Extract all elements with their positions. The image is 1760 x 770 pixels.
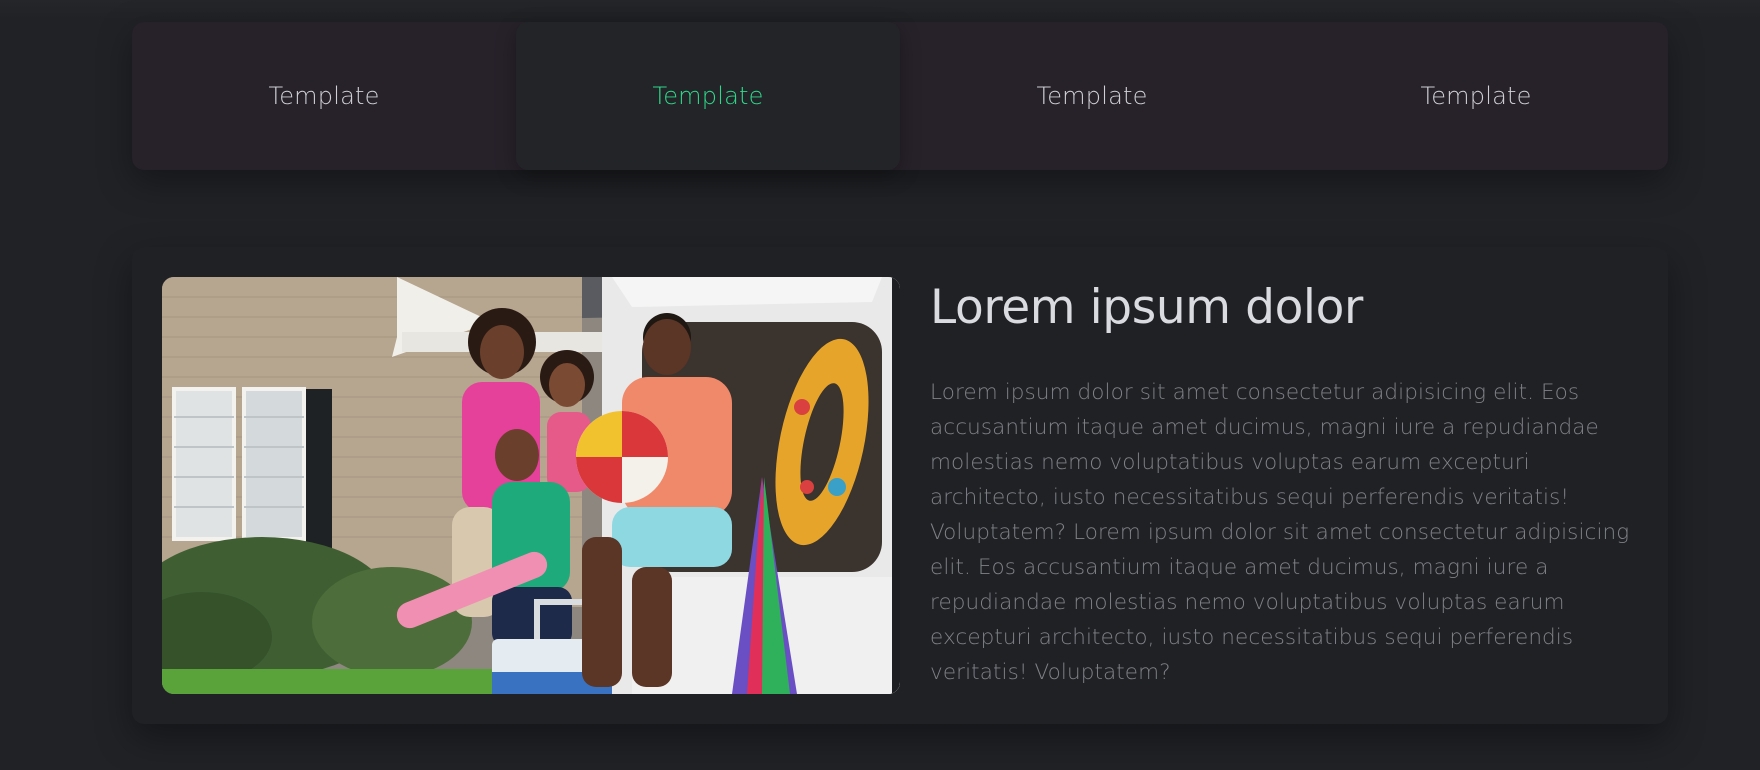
tab-template-4[interactable]: Template (1284, 22, 1668, 170)
content-body: Lorem ipsum dolor sit amet consectetur a… (930, 380, 1630, 685)
content-heading: Lorem ipsum dolor (930, 280, 1363, 335)
family-photo (162, 277, 900, 694)
content-card: Lorem ipsum dolor Lorem ipsum dolor sit … (132, 247, 1668, 724)
content-text: Lorem ipsum dolor Lorem ipsum dolor sit … (930, 277, 1650, 690)
tab-strip: Template Template Template Template (132, 22, 1668, 170)
tab-template-3[interactable]: Template (900, 22, 1284, 170)
page: Template Template Template Template Lore… (0, 0, 1760, 770)
tab-template-1[interactable]: Template (132, 22, 516, 170)
family-car-picnic-image (162, 277, 900, 694)
tab-template-2-active[interactable]: Template (516, 22, 900, 170)
